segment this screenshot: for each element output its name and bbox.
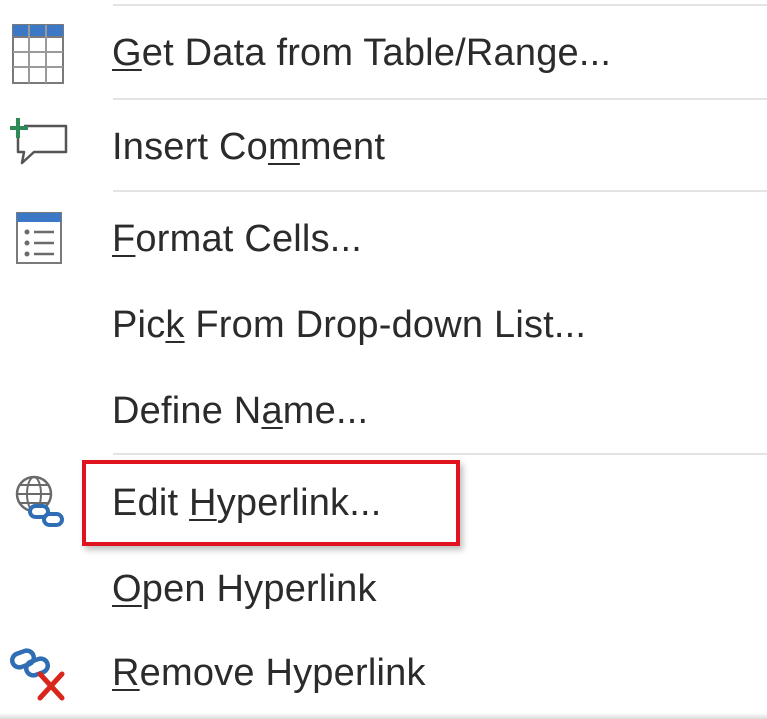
menu-item-label: Format Cells... [112,218,363,260]
menu-item-label: Define Name... [112,390,369,432]
insert-comment-icon [10,118,68,165]
menu-item-define-name[interactable]: Define Name... [0,368,767,452]
menu-item-open-hyperlink[interactable]: Open Hyperlink [0,548,767,632]
format-cells-icon [16,212,62,264]
menu-item-label: Edit Hyperlink... [112,482,382,524]
menu-separator [113,453,767,455]
menu-separator [113,190,767,192]
globe-link-icon [15,475,64,527]
menu-item-label: Remove Hyperlink [112,652,426,694]
menu-item-insert-comment[interactable]: Insert Comment [0,106,767,190]
menu-item-format-cells[interactable]: Format Cells... [0,198,767,282]
menu-item-pick-from-dropdown-list[interactable]: Pick From Drop-down List... [0,284,767,368]
menu-separator [113,4,767,6]
menu-item-get-data-from-table[interactable]: Get Data from Table/Range... [0,14,767,98]
menu-item-label: Insert Comment [112,126,386,168]
menu-item-label: Get Data from Table/Range... [112,32,612,74]
menu-item-edit-hyperlink[interactable]: Edit Hyperlink... [0,462,767,546]
menu-bottom-edge [0,713,767,719]
menu-item-remove-hyperlink[interactable]: Remove Hyperlink [0,632,767,716]
menu-item-label: Pick From Drop-down List... [112,304,587,346]
menu-item-label: Open Hyperlink [112,568,377,610]
remove-link-icon [10,648,65,701]
context-menu: Get Data from Table/Range... Insert Comm… [0,0,767,719]
table-icon [12,24,64,84]
menu-separator [113,98,767,100]
